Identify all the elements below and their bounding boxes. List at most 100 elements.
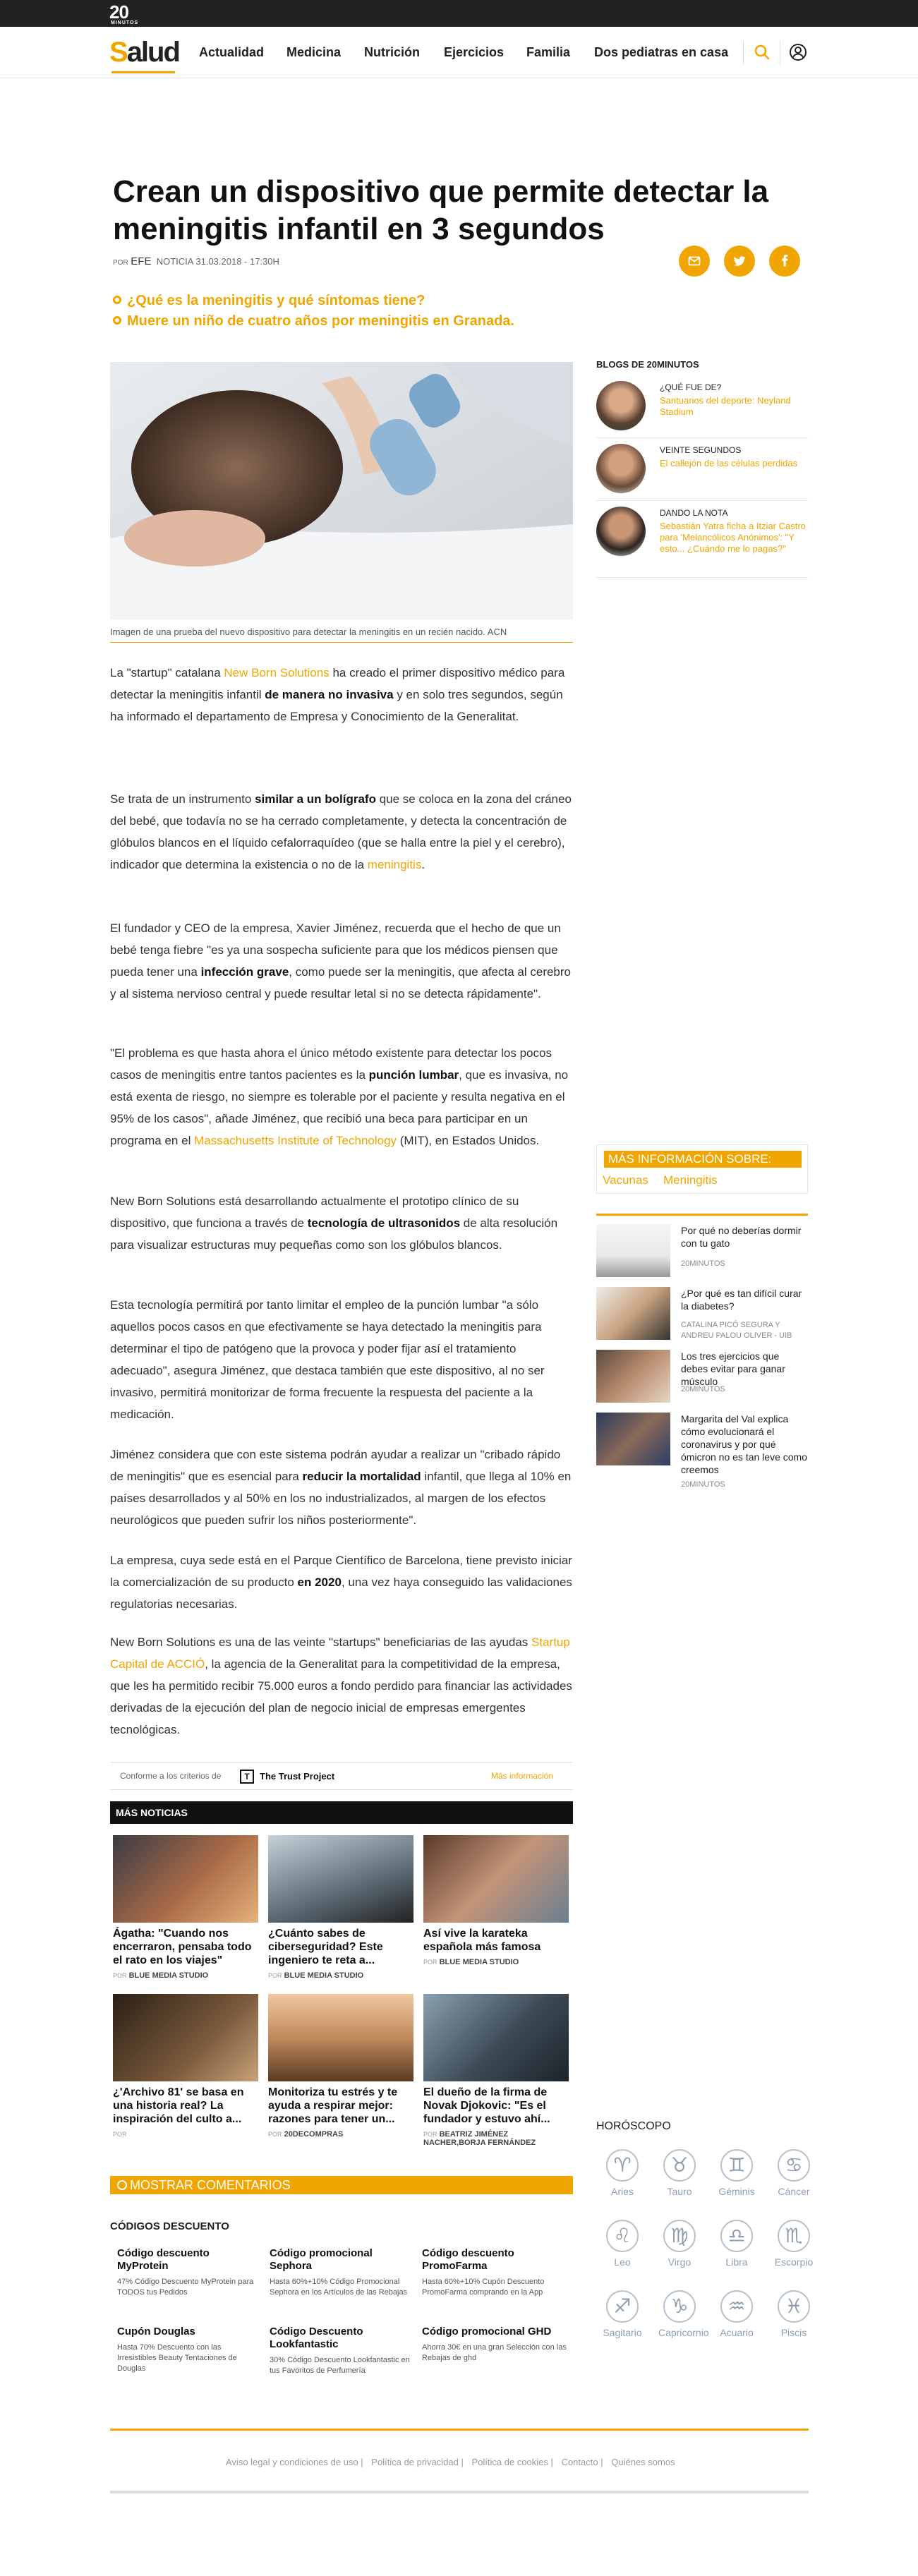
coupon-item[interactable]: Código descuento PromoFarma Hasta 60%+10%… bbox=[422, 2247, 567, 2298]
mas-noticias-header: MÁS NOTICIAS bbox=[110, 1801, 573, 1824]
sign-label: Virgo bbox=[668, 2256, 691, 2268]
coupon-item[interactable]: Código descuento MyProtein 47% Código Des… bbox=[117, 2247, 262, 2298]
coupon-item[interactable]: Código promocional Sephora Hasta 60%+10% … bbox=[270, 2247, 414, 2298]
footer-link[interactable]: Contacto bbox=[562, 2457, 598, 2467]
top-bar: 20 MINUTOS bbox=[0, 0, 918, 27]
news-card[interactable]: Así vive la karateka española más famosa… bbox=[423, 1835, 569, 1966]
side-news-item[interactable]: ¿Por qué es tan difícil curar la diabete… bbox=[596, 1287, 808, 1340]
related-link[interactable]: Muere un niño de cuatro años por meningi… bbox=[113, 313, 514, 329]
footer-link[interactable]: Política de privacidad bbox=[371, 2457, 459, 2467]
article-link[interactable]: Massachusetts Institute of Technology bbox=[194, 1134, 397, 1147]
bullet-icon bbox=[113, 316, 121, 325]
article-paragraph: Esta tecnología permitirá por tanto limi… bbox=[110, 1298, 545, 1421]
expand-icon bbox=[117, 2180, 127, 2190]
side-news-item[interactable]: Los tres ejercicios que debes evitar par… bbox=[596, 1350, 808, 1403]
footer-bottom-bar bbox=[110, 2491, 809, 2493]
salud-logo[interactable]: Salud bbox=[109, 37, 181, 68]
news-card[interactable]: Monitoriza tu estrés y te ayuda a respir… bbox=[268, 1994, 413, 2139]
news-card-image bbox=[423, 1835, 569, 1923]
zodiac-icon: ♋ bbox=[778, 2149, 810, 2182]
sign-label: Aries bbox=[611, 2186, 634, 2197]
horoscope-sign-libra[interactable]: ♎ Libra bbox=[715, 2220, 758, 2268]
nav-dos-pediatras[interactable]: Dos pediatras en casa bbox=[594, 45, 728, 60]
zodiac-icon: ♓ bbox=[778, 2290, 810, 2323]
search-icon[interactable] bbox=[752, 42, 772, 62]
article-paragraph: New Born Solutions está desarrollando ac… bbox=[110, 1195, 558, 1252]
zodiac-icon: ♉ bbox=[663, 2149, 696, 2182]
article-photo bbox=[110, 362, 573, 619]
news-card[interactable]: Ágatha: "Cuando nos encerraron, pensaba … bbox=[113, 1835, 258, 1980]
blog-item[interactable]: DANDO LA NOTA Sebastián Yatra ficha a It… bbox=[596, 507, 808, 578]
article-paragraph: El fundador y CEO de la empresa, Xavier … bbox=[110, 921, 572, 1000]
logo-underline bbox=[111, 71, 175, 73]
news-card[interactable]: ¿Cuánto sabes de ciberseguridad? Este in… bbox=[268, 1835, 413, 1980]
user-icon[interactable] bbox=[788, 42, 808, 62]
nav-actualidad[interactable]: Actualidad bbox=[199, 45, 264, 60]
section-nav: Salud Actualidad Medicina Nutrición Ejer… bbox=[0, 27, 918, 78]
share-twitter-button[interactable] bbox=[724, 246, 755, 277]
20minutos-logo[interactable]: 20 MINUTOS bbox=[109, 1, 138, 25]
blog-item[interactable]: VEINTE SEGUNDOS El callejón de las célul… bbox=[596, 444, 808, 501]
sign-label: Capricornio bbox=[658, 2327, 709, 2338]
blogs-title: BLOGS DE 20MINUTOS bbox=[596, 359, 699, 370]
footer-link[interactable]: Quiénes somos bbox=[611, 2457, 675, 2467]
sign-label: Libra bbox=[725, 2256, 748, 2268]
horoscope-sign-tauro[interactable]: ♉ Tauro bbox=[658, 2149, 701, 2197]
tag-vacunas[interactable]: Vacunas bbox=[603, 1173, 648, 1187]
share-facebook-button[interactable] bbox=[769, 246, 800, 277]
horoscope-sign-capricornio[interactable]: ♑ Capricornio bbox=[658, 2290, 709, 2338]
horoscope-sign-sagitario[interactable]: ♐ Sagitario bbox=[601, 2290, 644, 2338]
horoscope-sign-leo[interactable]: ♌ Leo bbox=[601, 2220, 644, 2268]
share-email-button[interactable] bbox=[679, 246, 710, 277]
nav-ejercicios[interactable]: Ejercicios bbox=[444, 45, 504, 60]
coupon-item[interactable]: Código Descuento Lookfantastic 30% Código… bbox=[270, 2326, 414, 2376]
horoscopo-title: HORÓSCOPO bbox=[596, 2120, 671, 2132]
coupon-item[interactable]: Código promocional GHD Ahorra 30€ en una … bbox=[422, 2326, 567, 2364]
news-card[interactable]: El dueño de la firma de Novak Djokovic: … bbox=[423, 1994, 569, 2147]
email-icon bbox=[688, 256, 701, 266]
zodiac-icon: ♎ bbox=[720, 2220, 753, 2252]
side-news-image bbox=[596, 1413, 670, 1465]
footer-link[interactable]: Aviso legal y condiciones de uso bbox=[226, 2457, 358, 2467]
article-paragraph: Se trata de un instrumento similar a un … bbox=[110, 792, 572, 871]
facebook-icon bbox=[782, 254, 788, 267]
side-news-item[interactable]: Por qué no deberías dormir con tu gato 2… bbox=[596, 1224, 808, 1277]
related-link[interactable]: ¿Qué es la meningitis y qué síntomas tie… bbox=[113, 293, 425, 309]
horoscope-sign-acuario[interactable]: ♒ Acuario bbox=[715, 2290, 758, 2338]
footer-link[interactable]: Política de cookies bbox=[472, 2457, 548, 2467]
caption-divider bbox=[110, 642, 573, 643]
side-news-image bbox=[596, 1350, 670, 1403]
horoscope-sign-escorpio[interactable]: ♏ Escorpio bbox=[773, 2220, 815, 2268]
blog-item[interactable]: ¿QUÉ FUE DE? Santuarios del deporte: Ney… bbox=[596, 381, 808, 438]
zodiac-icon: ♍ bbox=[663, 2220, 696, 2252]
nav-familia[interactable]: Familia bbox=[526, 45, 570, 60]
nav-medicina[interactable]: Medicina bbox=[286, 45, 341, 60]
horoscope-sign-géminis[interactable]: ♊ Géminis bbox=[715, 2149, 758, 2197]
blog-avatar bbox=[596, 507, 646, 556]
twitter-icon bbox=[733, 256, 746, 266]
nav-nutricion[interactable]: Nutrición bbox=[364, 45, 420, 60]
sign-label: Sagitario bbox=[603, 2327, 642, 2338]
side-news-image bbox=[596, 1287, 670, 1340]
horoscope-sign-piscis[interactable]: ♓ Piscis bbox=[773, 2290, 815, 2338]
horoscope-sign-virgo[interactable]: ♍ Virgo bbox=[658, 2220, 701, 2268]
trust-more-link[interactable]: Más información bbox=[491, 1771, 553, 1781]
horoscope-sign-cáncer[interactable]: ♋ Cáncer bbox=[773, 2149, 815, 2197]
article-title: Crean un dispositivo que permite detecta… bbox=[113, 174, 769, 246]
show-comments-button[interactable]: MOSTRAR COMENTARIOS bbox=[110, 2176, 573, 2194]
tag-meningitis[interactable]: Meningitis bbox=[663, 1173, 718, 1187]
trust-project-icon: T bbox=[240, 1770, 254, 1784]
sign-label: Escorpio bbox=[774, 2256, 814, 2268]
article-link[interactable]: New Born Solutions bbox=[224, 666, 329, 679]
news-card[interactable]: ¿'Archivo 81' se basa en una historia re… bbox=[113, 1994, 258, 2139]
zodiac-icon: ♏ bbox=[778, 2220, 810, 2252]
footer-links: Aviso legal y condiciones de uso | Polít… bbox=[226, 2457, 675, 2467]
blog-avatar bbox=[596, 381, 646, 430]
horoscope-sign-aries[interactable]: ♈ Aries bbox=[601, 2149, 644, 2197]
coupon-item[interactable]: Cupón Douglas Hasta 70% Descuento con las… bbox=[117, 2326, 262, 2374]
sign-label: Leo bbox=[614, 2256, 631, 2268]
side-news-item[interactable]: Margarita del Val explica cómo evolucion… bbox=[596, 1413, 808, 1490]
article-paragraph: New Born Solutions es una de las veinte … bbox=[110, 1635, 572, 1736]
article-link[interactable]: meningitis bbox=[368, 858, 422, 871]
zodiac-icon: ♒ bbox=[720, 2290, 753, 2323]
